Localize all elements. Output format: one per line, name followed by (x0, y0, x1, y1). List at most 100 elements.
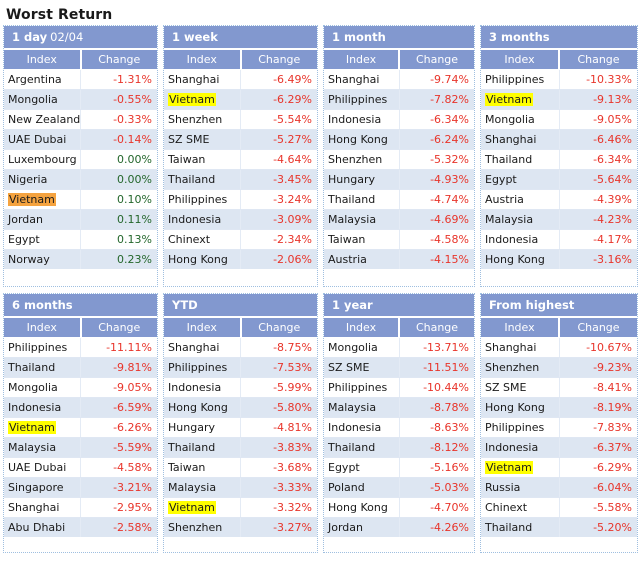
index-name-cell[interactable]: Malaysia (4, 437, 81, 458)
table-row[interactable]: Hungary -4.81% (164, 417, 317, 438)
table-row[interactable]: Vietnam 0.10% (4, 189, 157, 210)
index-name-cell[interactable]: Norway (4, 249, 81, 269)
index-name-cell[interactable]: Abu Dhabi (4, 517, 81, 537)
table-row[interactable]: Thailand -3.45% (164, 169, 317, 190)
index-name-cell[interactable]: New Zealand (4, 109, 81, 130)
index-name-cell[interactable]: Indonesia (164, 377, 241, 398)
index-name-cell[interactable]: Thailand (164, 169, 241, 190)
table-row[interactable]: Malaysia -4.69% (324, 209, 474, 230)
table-row[interactable]: Thailand -9.81% (4, 357, 157, 378)
table-row[interactable]: Austria -4.15% (324, 249, 474, 269)
table-row[interactable]: Singapore -3.21% (4, 477, 157, 498)
index-name-cell[interactable]: Hong Kong (481, 249, 560, 269)
table-row[interactable]: Taiwan -4.58% (324, 229, 474, 250)
column-header-index[interactable]: Index (324, 49, 400, 70)
table-row[interactable]: Egypt -5.16% (324, 457, 474, 478)
table-row[interactable]: Philippines -7.82% (324, 89, 474, 110)
table-row[interactable]: Nigeria 0.00% (4, 169, 157, 190)
index-name-cell[interactable]: Jordan (4, 209, 81, 230)
index-name-cell[interactable]: Hong Kong (481, 397, 560, 418)
column-header-index[interactable]: Index (481, 317, 560, 338)
table-row[interactable]: Mongolia -9.05% (481, 109, 637, 130)
table-row[interactable]: Philippines -10.33% (481, 69, 637, 90)
index-name-cell[interactable]: Taiwan (324, 229, 400, 250)
table-row[interactable]: Philippines -10.44% (324, 377, 474, 398)
column-header-change[interactable]: Change (399, 317, 474, 338)
table-row[interactable]: Norway 0.23% (4, 249, 157, 269)
table-row[interactable]: Indonesia -8.63% (324, 417, 474, 438)
table-row[interactable]: Russia -6.04% (481, 477, 637, 498)
table-row[interactable]: Shanghai -10.67% (481, 337, 637, 358)
index-name-cell[interactable]: UAE Dubai (4, 129, 81, 150)
table-row[interactable]: Thailand -5.20% (481, 517, 637, 537)
index-name-cell[interactable]: Indonesia (4, 397, 81, 418)
table-row[interactable]: Poland -5.03% (324, 477, 474, 498)
table-row[interactable]: Hong Kong -5.80% (164, 397, 317, 418)
index-name-cell[interactable]: Austria (481, 189, 560, 210)
table-row[interactable]: Mongolia -9.05% (4, 377, 157, 398)
index-name-cell[interactable]: Philippines (4, 337, 81, 358)
index-name-cell[interactable]: Mongolia (324, 337, 400, 358)
column-header-index[interactable]: Index (4, 317, 82, 338)
table-row[interactable]: Hong Kong -4.70% (324, 497, 474, 518)
index-name-cell[interactable]: Egypt (4, 229, 81, 250)
index-name-cell[interactable]: Shanghai (324, 69, 400, 90)
column-header-index[interactable]: Index (324, 317, 400, 338)
table-row[interactable]: UAE Dubai -4.58% (4, 457, 157, 478)
table-row[interactable]: Hungary -4.93% (324, 169, 474, 190)
index-name-cell[interactable]: Thailand (4, 357, 81, 378)
index-name-cell[interactable]: Hong Kong (324, 497, 400, 518)
index-name-cell[interactable]: Argentina (4, 69, 81, 90)
table-row[interactable]: SZ SME -11.51% (324, 357, 474, 378)
table-row[interactable]: Indonesia -6.37% (481, 437, 637, 458)
index-name-cell[interactable]: Hong Kong (164, 249, 241, 269)
index-name-cell[interactable]: Poland (324, 477, 400, 498)
table-row[interactable]: Shanghai -6.49% (164, 69, 317, 90)
column-header-change[interactable]: Change (80, 317, 157, 338)
table-row[interactable]: Thailand -3.83% (164, 437, 317, 458)
index-name-cell[interactable]: Vietnam (481, 89, 560, 110)
index-name-cell[interactable]: Shanghai (481, 129, 560, 150)
table-row[interactable]: Philippines -3.24% (164, 189, 317, 210)
table-row[interactable]: Indonesia -5.99% (164, 377, 317, 398)
index-name-cell[interactable]: Indonesia (164, 209, 241, 230)
index-name-cell[interactable]: Vietnam (164, 89, 241, 110)
table-row[interactable]: Mongolia -13.71% (324, 337, 474, 358)
index-name-cell[interactable]: Jordan (324, 517, 400, 537)
index-name-cell[interactable]: Hungary (324, 169, 400, 190)
column-header-change[interactable]: Change (559, 49, 637, 70)
index-name-cell[interactable]: SZ SME (164, 129, 241, 150)
index-name-cell[interactable]: Philippines (164, 189, 241, 210)
index-name-cell[interactable]: Thailand (164, 437, 241, 458)
index-name-cell[interactable]: Thailand (324, 437, 400, 458)
index-name-cell[interactable]: Shenzhen (164, 517, 241, 537)
table-row[interactable]: Philippines -7.83% (481, 417, 637, 438)
table-row[interactable]: Malaysia -4.23% (481, 209, 637, 230)
index-name-cell[interactable]: SZ SME (324, 357, 400, 378)
index-name-cell[interactable]: Hong Kong (164, 397, 241, 418)
index-name-cell[interactable]: Mongolia (481, 109, 560, 130)
table-row[interactable]: Philippines -11.11% (4, 337, 157, 358)
index-name-cell[interactable]: Vietnam (4, 189, 81, 210)
table-row[interactable]: Shenzhen -9.23% (481, 357, 637, 378)
table-row[interactable]: Hong Kong -2.06% (164, 249, 317, 269)
index-name-cell[interactable]: Indonesia (324, 109, 400, 130)
column-header-index[interactable]: Index (4, 49, 82, 70)
index-name-cell[interactable]: Shanghai (164, 337, 241, 358)
table-row[interactable]: Indonesia -6.34% (324, 109, 474, 130)
index-name-cell[interactable]: Russia (481, 477, 560, 498)
index-name-cell[interactable]: Malaysia (481, 209, 560, 230)
index-name-cell[interactable]: Shanghai (4, 497, 81, 518)
index-name-cell[interactable]: Malaysia (324, 209, 400, 230)
column-header-index[interactable]: Index (481, 49, 560, 70)
index-name-cell[interactable]: Taiwan (164, 457, 241, 478)
table-row[interactable]: Hong Kong -8.19% (481, 397, 637, 418)
index-name-cell[interactable]: Indonesia (481, 437, 560, 458)
index-name-cell[interactable]: SZ SME (481, 377, 560, 398)
column-header-change[interactable]: Change (80, 49, 157, 70)
index-name-cell[interactable]: Philippines (164, 357, 241, 378)
table-row[interactable]: Jordan -4.26% (324, 517, 474, 537)
index-name-cell[interactable]: Egypt (481, 169, 560, 190)
table-row[interactable]: Vietnam -6.26% (4, 417, 157, 438)
table-row[interactable]: Austria -4.39% (481, 189, 637, 210)
